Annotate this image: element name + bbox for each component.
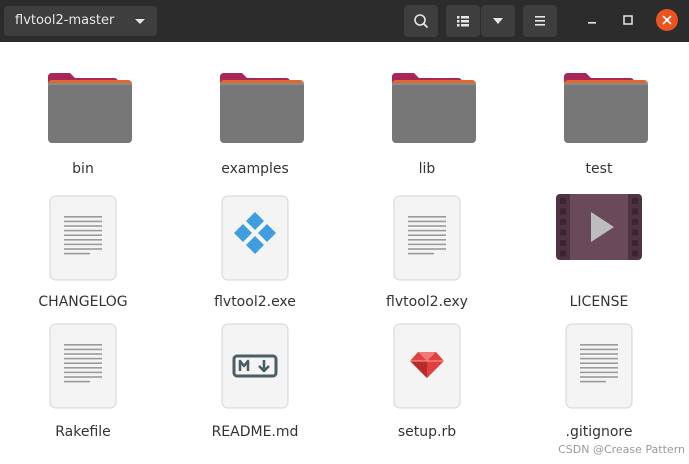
main-menu-button[interactable]	[523, 5, 557, 37]
file-grid: bin examples lib test CHANGELOG flvtool2.exe f…	[0, 42, 689, 464]
view-options-button[interactable]	[481, 5, 515, 37]
search-icon	[414, 14, 428, 28]
folder-item[interactable]: test	[524, 58, 674, 186]
file-item[interactable]: LICENSE	[524, 188, 674, 316]
folder-icon	[180, 58, 330, 158]
folder-icon	[352, 58, 502, 158]
file-item[interactable]: flvtool2.exe	[180, 188, 330, 316]
folder-icon	[524, 58, 674, 158]
item-label: .gitignore	[565, 424, 633, 440]
folder-icon	[8, 58, 158, 158]
list-view-button[interactable]	[446, 5, 480, 37]
item-label: test	[585, 161, 613, 177]
folder-item[interactable]: examples	[180, 58, 330, 186]
list-view-icon	[457, 16, 469, 27]
file-item[interactable]: setup.rb	[352, 316, 502, 444]
view-options-chevron-icon	[493, 18, 503, 24]
windows-executable-icon	[180, 188, 330, 288]
minimize-icon	[588, 22, 596, 24]
ruby-file-icon	[352, 316, 502, 416]
file-item[interactable]: .gitignore	[524, 316, 674, 444]
item-label: LICENSE	[569, 294, 629, 310]
item-label: lib	[418, 161, 436, 177]
maximize-button[interactable]	[616, 8, 640, 32]
header-bar: flvtool2-master	[0, 0, 689, 42]
item-label: flvtool2.exe	[214, 294, 296, 310]
file-item[interactable]: flvtool2.exy	[352, 188, 502, 316]
text-file-icon	[8, 188, 158, 288]
markdown-file-icon	[180, 316, 330, 416]
item-label: Rakefile	[55, 424, 111, 440]
item-label: bin	[72, 161, 94, 177]
item-label: flvtool2.exy	[386, 294, 468, 310]
file-item[interactable]: CHANGELOG	[8, 188, 158, 316]
path-bar-button[interactable]: flvtool2-master	[4, 6, 157, 36]
chevron-down-icon	[135, 19, 145, 24]
close-button[interactable]	[655, 8, 679, 32]
maximize-icon	[623, 15, 633, 25]
folder-item[interactable]: bin	[8, 58, 158, 186]
minimize-button[interactable]	[580, 8, 604, 32]
hamburger-menu-icon	[535, 16, 545, 26]
item-label: examples	[221, 161, 289, 177]
close-icon	[656, 9, 678, 31]
text-file-icon	[8, 316, 158, 416]
search-button[interactable]	[404, 5, 438, 37]
text-file-icon	[352, 188, 502, 288]
video-file-icon	[524, 188, 674, 288]
file-item[interactable]: README.md	[180, 316, 330, 444]
item-label: README.md	[211, 424, 299, 440]
file-item[interactable]: Rakefile	[8, 316, 158, 444]
watermark: CSDN @Crease Pattern	[558, 443, 685, 456]
path-label: flvtool2-master	[15, 13, 115, 28]
folder-item[interactable]: lib	[352, 58, 502, 186]
item-label: setup.rb	[397, 424, 457, 440]
text-file-icon	[524, 316, 674, 416]
item-label: CHANGELOG	[38, 294, 128, 310]
